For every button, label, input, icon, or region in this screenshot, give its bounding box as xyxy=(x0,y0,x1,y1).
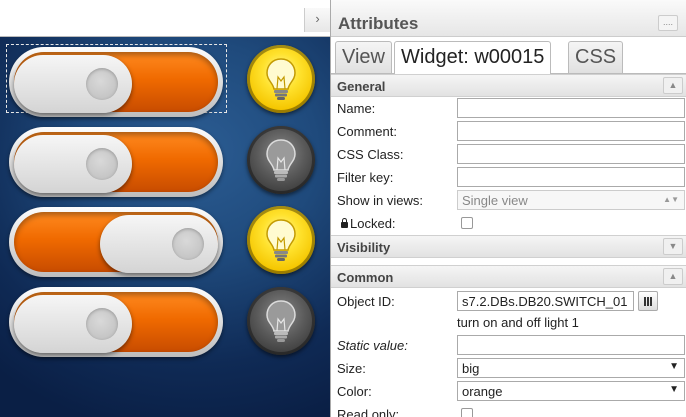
expand-button[interactable]: ▼ xyxy=(663,238,683,255)
color-select[interactable]: orange ▼ xyxy=(457,381,685,401)
field-static-value: Static value: xyxy=(331,334,686,357)
collapse-panel-button[interactable]: › xyxy=(304,8,330,32)
switch-track xyxy=(14,212,218,273)
field-color: Color: orange ▼ xyxy=(331,380,686,403)
static-value-input[interactable] xyxy=(457,335,685,355)
triangle-up-icon: ▲ xyxy=(668,80,678,90)
lightbulb-icon xyxy=(266,139,296,181)
select-object-id-button[interactable] xyxy=(638,291,658,311)
toggle-switch-3[interactable] xyxy=(9,207,223,277)
object-id-input[interactable]: s7.2.DBs.DB20.SWITCH_01 xyxy=(457,291,634,311)
triangle-up-icon: ▲ xyxy=(668,271,678,281)
field-read-only: Read only: xyxy=(331,403,686,417)
list-icon xyxy=(644,297,653,306)
switch-track xyxy=(14,292,218,353)
lamp-indicator-2[interactable] xyxy=(247,126,315,194)
section-common[interactable]: Common ▲ xyxy=(331,265,686,288)
switch-track xyxy=(14,52,218,113)
lamp-indicator-4[interactable] xyxy=(247,287,315,355)
panel-menu-button[interactable]: .... xyxy=(658,15,678,31)
field-label: Color: xyxy=(337,384,372,399)
section-title: General xyxy=(337,79,386,94)
size-select[interactable]: big ▼ xyxy=(457,358,685,378)
dropdown-arrow-icon: ▼ xyxy=(669,361,679,372)
lightbulb-icon xyxy=(266,58,296,100)
field-locked: Locked: xyxy=(331,212,686,235)
field-comment: Comment: xyxy=(331,120,686,143)
triangle-down-icon: ▼ xyxy=(668,241,678,251)
object-id-description: turn on and off light 1 xyxy=(457,315,579,330)
locked-checkbox[interactable] xyxy=(461,217,473,229)
field-label: Locked: xyxy=(341,216,396,231)
field-label: Name: xyxy=(337,101,376,116)
attributes-panel: Attributes .... View Widget: w00015 CSS … xyxy=(330,0,686,417)
attribute-tabs: View Widget: w00015 CSS xyxy=(331,37,686,74)
lock-icon xyxy=(341,218,348,228)
dropdown-arrow-icon: ▼ xyxy=(669,384,679,395)
tab-widget[interactable]: Widget: w00015 xyxy=(394,41,552,74)
field-label: Object ID: xyxy=(337,294,395,309)
panel-title: Attributes xyxy=(338,14,419,33)
collapse-button[interactable]: ▲ xyxy=(663,268,683,285)
field-label: Show in views: xyxy=(337,193,423,208)
section-title: Visibility xyxy=(337,240,391,255)
field-label: Read only: xyxy=(337,407,400,417)
field-label: Comment: xyxy=(337,124,397,139)
field-object-id: Object ID: s7.2.DBs.DB20.SWITCH_01 xyxy=(331,288,686,314)
select-value: big xyxy=(462,361,480,376)
field-filter-key: Filter key: xyxy=(331,166,686,189)
switch-knob[interactable] xyxy=(14,55,132,113)
canvas-toolbar: › xyxy=(0,0,330,37)
section-general[interactable]: General ▲ xyxy=(331,74,686,97)
select-value: Single view xyxy=(462,193,528,208)
field-label: Size: xyxy=(337,361,366,376)
lightbulb-icon xyxy=(266,219,296,261)
field-name: Name: xyxy=(331,97,686,120)
toggle-switch-4[interactable] xyxy=(9,287,223,357)
lamp-indicator-1[interactable] xyxy=(247,45,315,113)
object-id-description-row: turn on and off light 1 xyxy=(331,314,686,334)
lightbulb-icon xyxy=(266,300,296,342)
select-value: orange xyxy=(462,384,503,399)
read-only-checkbox[interactable] xyxy=(461,408,473,417)
knob-dot xyxy=(86,308,118,340)
lamp-indicator-3[interactable] xyxy=(247,206,315,274)
section-visibility[interactable]: Visibility ▼ xyxy=(331,235,686,258)
name-input[interactable] xyxy=(457,98,685,118)
collapse-button[interactable]: ▲ xyxy=(663,77,683,94)
field-show-in-views: Show in views: Single view ▲▼ xyxy=(331,189,686,212)
knob-dot xyxy=(86,148,118,180)
attributes-header: Attributes .... xyxy=(331,0,686,37)
switch-knob[interactable] xyxy=(14,135,132,193)
toggle-switch-1[interactable] xyxy=(9,47,223,117)
updown-icon: ▲▼ xyxy=(663,195,679,204)
field-css-class: CSS Class: xyxy=(331,143,686,166)
tab-view[interactable]: View xyxy=(335,41,392,73)
view-canvas[interactable] xyxy=(0,37,330,417)
field-size: Size: big ▼ xyxy=(331,357,686,380)
section-title: Common xyxy=(337,270,394,285)
comment-input[interactable] xyxy=(457,121,685,141)
knob-dot xyxy=(86,68,118,100)
more-icon: .... xyxy=(662,17,673,27)
switch-knob[interactable] xyxy=(14,295,132,353)
field-label: Filter key: xyxy=(337,170,394,185)
switch-track xyxy=(14,132,218,193)
widget-canvas-area: › xyxy=(0,0,330,417)
filter-key-input[interactable] xyxy=(457,167,685,187)
locked-label-text: Locked: xyxy=(350,216,396,231)
toggle-switch-2[interactable] xyxy=(9,127,223,197)
show-in-views-select[interactable]: Single view ▲▼ xyxy=(457,190,685,210)
knob-dot xyxy=(172,228,204,260)
chevron-right-icon: › xyxy=(315,11,320,26)
field-label: CSS Class: xyxy=(337,147,404,162)
switch-knob[interactable] xyxy=(100,215,218,273)
css-class-input[interactable] xyxy=(457,144,685,164)
tab-css[interactable]: CSS xyxy=(568,41,624,73)
field-label: Static value: xyxy=(337,338,408,353)
